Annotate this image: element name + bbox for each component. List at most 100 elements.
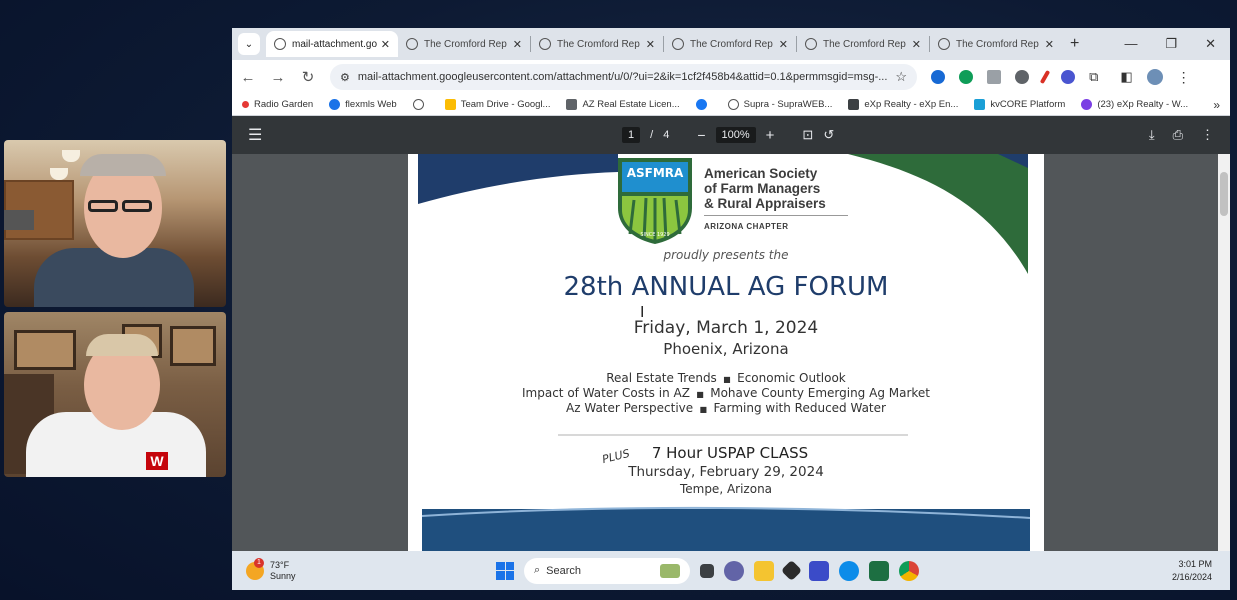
bookmark-item[interactable]: eXp Realty - eXp En... [848, 99, 958, 110]
zoom-in-button[interactable]: + [766, 127, 775, 144]
topic: Mohave County Emerging Ag Market [710, 386, 930, 400]
page-total: 4 [663, 129, 670, 141]
pdf-scrollbar[interactable] [1218, 154, 1230, 551]
topics-line: Impact of Water Costs in AZ ■ Mohave Cou… [408, 386, 1044, 400]
tab-cromford-5[interactable]: The Cromford Rep ✕ [930, 31, 1062, 57]
close-icon[interactable]: ✕ [912, 38, 921, 51]
bookmark-item[interactable] [695, 99, 712, 110]
more-icon[interactable]: ⋮ [1201, 127, 1214, 143]
forward-button[interactable]: → [270, 69, 286, 86]
browser-toolbar: ← → ↻ ⚙ mail-attachment.googleuserconten… [232, 60, 1230, 94]
globe-icon [727, 99, 739, 110]
avatar[interactable] [1146, 69, 1163, 85]
taskbar: 1 73°F Sunny ⌕ Search 3:01 PM 2/16/2024 [232, 551, 1230, 590]
tab-strip: ⌄ mail-attachment.go ✕ The Cromford Rep … [232, 28, 1230, 60]
extension-icon[interactable] [1015, 70, 1030, 84]
close-icon[interactable]: ✕ [1045, 38, 1054, 51]
file-explorer-icon[interactable] [754, 560, 774, 581]
taskbar-search[interactable]: ⌕ Search [524, 557, 690, 584]
zoom-out-button[interactable]: − [697, 127, 705, 143]
bullet-icon: ■ [693, 390, 707, 399]
tab-cromford-2[interactable]: The Cromford Rep ✕ [531, 31, 663, 57]
scrollbar-thumb[interactable] [1220, 172, 1228, 216]
wall-picture [170, 326, 216, 366]
video-tile-participant-1[interactable] [4, 140, 226, 307]
video-tile-participant-2[interactable]: W [4, 312, 226, 477]
bookmark-item[interactable]: Team Drive - Googl... [444, 99, 550, 110]
restore-button[interactable]: ❐ [1165, 36, 1177, 52]
sun-icon: 1 [246, 557, 264, 580]
workplace-icon [1081, 99, 1093, 110]
task-view-icon[interactable] [700, 563, 714, 578]
bookmark-item[interactable] [412, 99, 429, 110]
close-icon[interactable]: ✕ [381, 38, 390, 51]
event-title: 28th ANNUAL AG FORUM [563, 272, 889, 302]
tab-cromford-4[interactable]: The Cromford Rep ✕ [797, 31, 929, 57]
wall-picture [14, 330, 76, 370]
bookmark-item[interactable]: Radio Garden [242, 99, 313, 110]
logo-badge-text: ASFMRA [626, 166, 684, 180]
pen-icon[interactable] [1039, 69, 1051, 85]
bookmark-item[interactable]: (23) eXp Realty - W... [1081, 99, 1188, 110]
bookmark-item[interactable]: AZ Real Estate Licen... [566, 99, 680, 110]
edge-icon[interactable] [839, 560, 859, 581]
app-icon[interactable] [780, 559, 803, 582]
asfmra-logo: ASFMRA SINCE 1929 [614, 156, 696, 244]
page-number-input[interactable]: 1 [622, 127, 641, 143]
tab-title: The Cromford Rep [557, 38, 640, 50]
excel-icon[interactable] [869, 560, 889, 581]
globe-icon [539, 38, 551, 50]
close-icon[interactable]: ✕ [779, 38, 788, 51]
more-bookmarks-icon[interactable]: » [1213, 98, 1220, 112]
close-icon[interactable]: ✕ [513, 38, 522, 51]
event-location: Phoenix, Arizona [663, 340, 789, 358]
bookmark-star-icon[interactable]: ☆ [895, 69, 907, 85]
reload-button[interactable]: ↻ [300, 68, 316, 86]
teams-chat-icon[interactable] [724, 560, 744, 581]
grammarly-icon[interactable] [959, 70, 974, 84]
tab-cromford-1[interactable]: The Cromford Rep ✕ [398, 31, 530, 57]
zoom-input[interactable]: 100% [715, 127, 756, 143]
start-icon[interactable] [496, 561, 514, 580]
bookmark-item[interactable]: kvCORE Platform [974, 99, 1065, 110]
print-icon[interactable]: ⎙ [1173, 127, 1183, 143]
puzzle-icon[interactable]: ⧉ [1089, 69, 1098, 85]
bookmark-item[interactable]: flexmls Web [329, 99, 397, 110]
menu-icon[interactable]: ⋮ [1177, 69, 1191, 86]
fit-page-icon[interactable]: ⊡ [802, 127, 813, 143]
chrome-icon[interactable] [899, 560, 919, 581]
extension-icon[interactable] [987, 70, 1002, 84]
bookmark-item[interactable]: Supra - SupraWEB... [727, 99, 832, 110]
close-window-button[interactable]: ✕ [1205, 36, 1216, 52]
tab-mail-attachment[interactable]: mail-attachment.go ✕ [266, 31, 398, 57]
glasses [88, 200, 118, 212]
navy-wave [418, 154, 618, 204]
site-settings-icon[interactable]: ⚙ [340, 71, 350, 84]
bullet-icon: ■ [720, 375, 734, 384]
extension-icon[interactable] [931, 70, 946, 84]
minimize-button[interactable]: — [1124, 36, 1137, 52]
weather-widget[interactable]: 1 73°F Sunny [232, 557, 296, 582]
exp-icon [848, 99, 860, 110]
facebook-icon [695, 99, 707, 110]
microwave [4, 210, 34, 230]
bullet-icon: ■ [696, 405, 710, 414]
app-icon[interactable] [809, 560, 829, 581]
new-tab-button[interactable]: + [1070, 35, 1079, 53]
search-highlight-icon [660, 563, 680, 578]
pdf-page-controls: 1 / 4 − 100% + ⊡ ↺ [622, 127, 834, 144]
side-panel-icon[interactable]: ◧ [1120, 69, 1132, 85]
address-bar[interactable]: ⚙ mail-attachment.googleusercontent.com/… [330, 64, 918, 90]
menu-icon[interactable]: ☰ [248, 125, 262, 145]
download-icon[interactable]: ⤓ [1149, 127, 1155, 143]
extension-icon[interactable] [1061, 70, 1076, 84]
pdf-viewport[interactable]: ASFMRA SINCE 1929 American Society of Fa… [232, 154, 1230, 551]
back-button[interactable]: ← [240, 69, 256, 86]
tab-search-icon[interactable]: ⌄ [238, 33, 260, 55]
org-name-line: & Rural Appraisers [704, 196, 826, 211]
logo-since-text: SINCE 1929 [640, 232, 670, 238]
tab-cromford-3[interactable]: The Cromford Rep ✕ [664, 31, 796, 57]
rotate-icon[interactable]: ↺ [823, 127, 834, 143]
close-icon[interactable]: ✕ [646, 38, 655, 51]
system-clock[interactable]: 3:01 PM 2/16/2024 [1172, 558, 1212, 584]
